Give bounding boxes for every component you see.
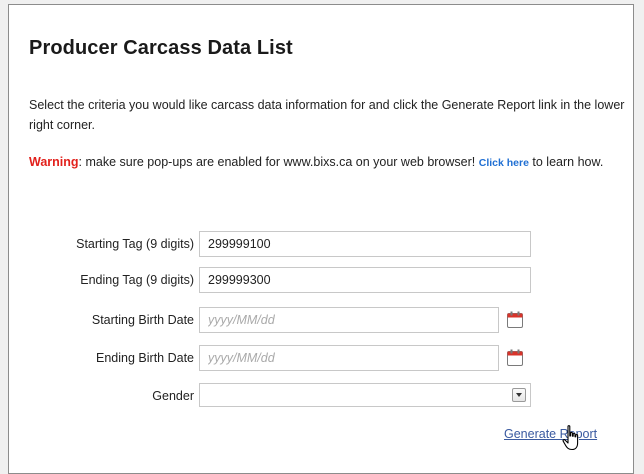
starting-tag-input[interactable]	[199, 231, 531, 257]
starting-tag-label: Starting Tag (9 digits)	[76, 237, 194, 251]
ending-tag-row: Ending Tag (9 digits)	[9, 267, 635, 295]
gender-row: Gender	[9, 383, 635, 411]
report-panel: Producer Carcass Data List Select the cr…	[8, 4, 634, 474]
gender-select[interactable]	[199, 383, 531, 407]
warning-message: Warning: make sure pop-ups are enabled f…	[29, 152, 634, 173]
ending-birth-date-row: Ending Birth Date	[9, 345, 635, 373]
chevron-down-icon[interactable]	[512, 388, 526, 402]
ending-tag-label: Ending Tag (9 digits)	[80, 273, 194, 287]
ending-birth-date-label: Ending Birth Date	[96, 351, 194, 365]
warning-text-end: to learn how.	[528, 155, 604, 169]
learn-how-link[interactable]: Click here	[479, 157, 529, 169]
hand-pointer-icon	[562, 425, 579, 451]
warning-label: Warning	[29, 155, 79, 169]
calendar-icon[interactable]	[506, 349, 524, 367]
starting-birth-date-row: Starting Birth Date	[9, 307, 635, 335]
warning-text: : make sure pop-ups are enabled for www.…	[78, 155, 479, 169]
intro-text: Select the criteria you would like carca…	[29, 98, 625, 132]
starting-birth-date-input[interactable]	[199, 307, 499, 333]
ending-birth-date-input[interactable]	[199, 345, 499, 371]
starting-birth-date-label: Starting Birth Date	[91, 313, 194, 327]
starting-tag-row: Starting Tag (9 digits)	[9, 231, 635, 259]
calendar-icon[interactable]	[506, 311, 524, 329]
ending-tag-input[interactable]	[199, 267, 531, 293]
page-title: Producer Carcass Data List	[29, 37, 293, 59]
gender-label: Gender	[152, 389, 194, 403]
